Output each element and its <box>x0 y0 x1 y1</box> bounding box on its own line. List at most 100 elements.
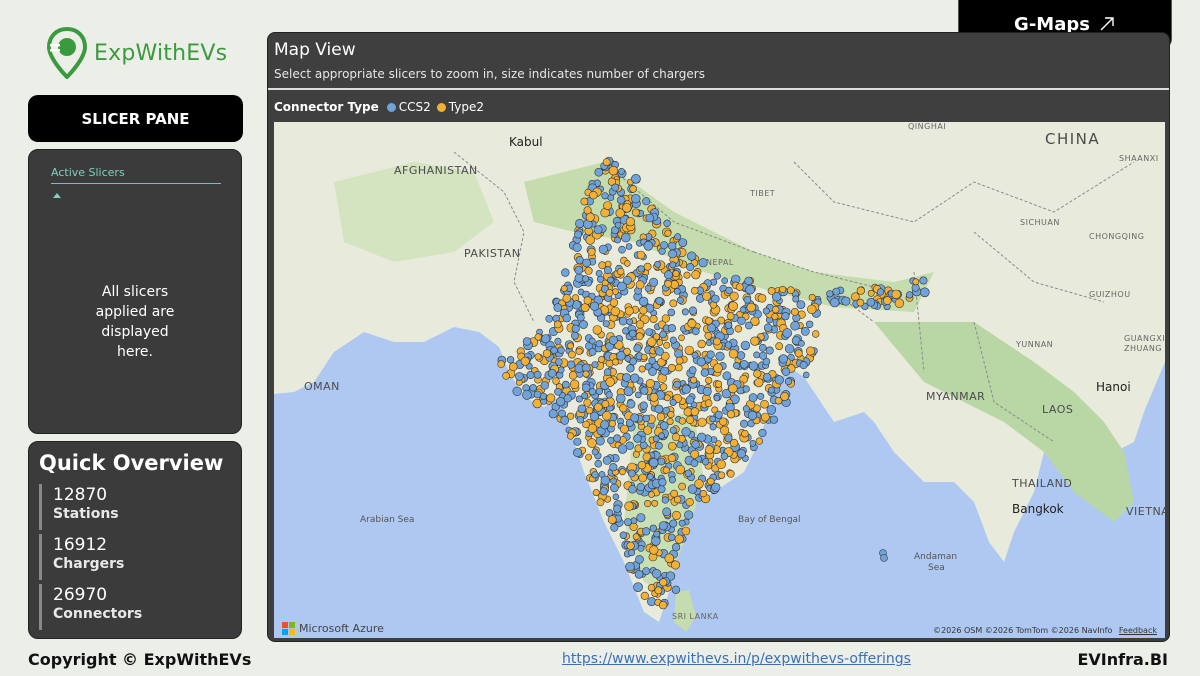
charger-marker[interactable] <box>568 371 578 380</box>
charger-marker[interactable] <box>659 578 668 587</box>
charger-marker[interactable] <box>742 385 750 393</box>
charger-marker[interactable] <box>690 286 699 295</box>
charger-marker[interactable] <box>631 208 640 217</box>
charger-marker[interactable] <box>554 337 562 345</box>
charger-marker[interactable] <box>728 349 739 359</box>
charger-marker[interactable] <box>841 296 851 306</box>
charger-marker[interactable] <box>635 280 645 290</box>
charger-marker[interactable] <box>796 300 806 310</box>
charger-marker[interactable] <box>534 353 542 361</box>
charger-marker[interactable] <box>649 277 659 287</box>
charger-marker[interactable] <box>649 524 657 532</box>
charger-marker[interactable] <box>702 458 710 466</box>
charger-marker[interactable] <box>637 460 647 470</box>
charger-marker[interactable] <box>769 415 779 424</box>
charger-marker[interactable] <box>658 478 667 487</box>
charger-marker[interactable] <box>786 286 795 294</box>
charger-marker[interactable] <box>581 275 589 283</box>
charger-marker[interactable] <box>690 459 699 468</box>
charger-marker[interactable] <box>603 266 612 275</box>
charger-marker[interactable] <box>615 393 626 404</box>
charger-marker[interactable] <box>714 380 723 388</box>
charger-marker[interactable] <box>570 331 579 340</box>
charger-marker[interactable] <box>784 377 793 386</box>
charger-marker[interactable] <box>739 306 747 314</box>
charger-marker[interactable] <box>603 201 612 210</box>
charger-marker[interactable] <box>610 483 619 493</box>
charger-marker[interactable] <box>760 412 770 422</box>
charger-marker[interactable] <box>552 377 560 385</box>
charger-marker[interactable] <box>673 287 681 295</box>
charger-marker[interactable] <box>724 434 733 443</box>
charger-marker[interactable] <box>674 349 684 359</box>
charger-marker[interactable] <box>880 554 888 562</box>
charger-marker[interactable] <box>626 541 635 550</box>
charger-marker[interactable] <box>671 433 681 442</box>
charger-marker[interactable] <box>560 415 570 425</box>
charger-marker[interactable] <box>675 356 684 365</box>
charger-marker[interactable] <box>664 229 672 237</box>
charger-marker[interactable] <box>676 296 684 304</box>
charger-marker[interactable] <box>728 383 738 394</box>
charger-marker[interactable] <box>568 350 576 359</box>
charger-marker[interactable] <box>644 500 652 508</box>
charger-marker[interactable] <box>781 367 791 376</box>
charger-marker[interactable] <box>736 449 746 459</box>
charger-marker[interactable] <box>618 316 628 326</box>
charger-marker[interactable] <box>574 230 583 239</box>
charger-marker[interactable] <box>667 454 677 463</box>
charger-marker[interactable] <box>691 351 699 359</box>
charger-marker[interactable] <box>790 321 800 331</box>
charger-marker[interactable] <box>734 325 742 333</box>
charger-marker[interactable] <box>625 562 635 572</box>
charger-marker[interactable] <box>748 361 759 371</box>
charger-marker[interactable] <box>602 455 612 465</box>
charger-marker[interactable] <box>685 415 695 424</box>
charger-marker[interactable] <box>739 360 749 369</box>
charger-marker[interactable] <box>645 213 655 223</box>
charger-marker[interactable] <box>802 371 810 379</box>
charger-marker[interactable] <box>588 347 597 356</box>
charger-marker[interactable] <box>646 473 654 481</box>
charger-marker[interactable] <box>717 471 726 479</box>
charger-marker[interactable] <box>681 427 691 437</box>
charger-marker[interactable] <box>622 275 632 285</box>
charger-marker[interactable] <box>674 363 683 372</box>
charger-marker[interactable] <box>645 328 653 336</box>
charger-marker[interactable] <box>626 364 635 373</box>
charger-marker[interactable] <box>688 366 697 374</box>
charger-marker[interactable] <box>561 268 570 277</box>
charger-marker[interactable] <box>669 519 678 528</box>
charger-marker[interactable] <box>674 233 682 241</box>
charger-marker[interactable] <box>533 370 542 379</box>
charger-marker[interactable] <box>569 379 580 389</box>
charger-marker[interactable] <box>794 349 803 358</box>
charger-marker[interactable] <box>667 363 676 372</box>
charger-marker[interactable] <box>591 471 599 479</box>
charger-marker[interactable] <box>784 344 795 354</box>
charger-marker[interactable] <box>882 296 892 305</box>
charger-marker[interactable] <box>742 405 750 413</box>
charger-marker[interactable] <box>624 306 634 316</box>
charger-marker[interactable] <box>757 392 765 400</box>
charger-marker[interactable] <box>607 436 615 445</box>
charger-marker[interactable] <box>667 441 677 451</box>
charger-marker[interactable] <box>635 320 645 329</box>
charger-marker[interactable] <box>595 269 603 277</box>
charger-marker[interactable] <box>613 504 622 513</box>
charger-marker[interactable] <box>673 380 681 389</box>
charger-marker[interactable] <box>619 531 628 539</box>
charger-marker[interactable] <box>744 276 753 286</box>
charger-marker[interactable] <box>617 267 625 276</box>
charger-marker[interactable] <box>626 399 636 409</box>
charger-marker[interactable] <box>763 323 773 332</box>
charger-marker[interactable] <box>627 469 636 478</box>
charger-marker[interactable] <box>628 329 637 338</box>
charger-marker[interactable] <box>747 410 758 421</box>
charger-marker[interactable] <box>691 440 700 449</box>
charger-marker[interactable] <box>608 420 617 428</box>
feedback-link[interactable]: Feedback <box>1119 626 1157 635</box>
charger-marker[interactable] <box>635 332 644 341</box>
charger-marker[interactable] <box>600 475 610 485</box>
charger-marker[interactable] <box>567 342 574 350</box>
